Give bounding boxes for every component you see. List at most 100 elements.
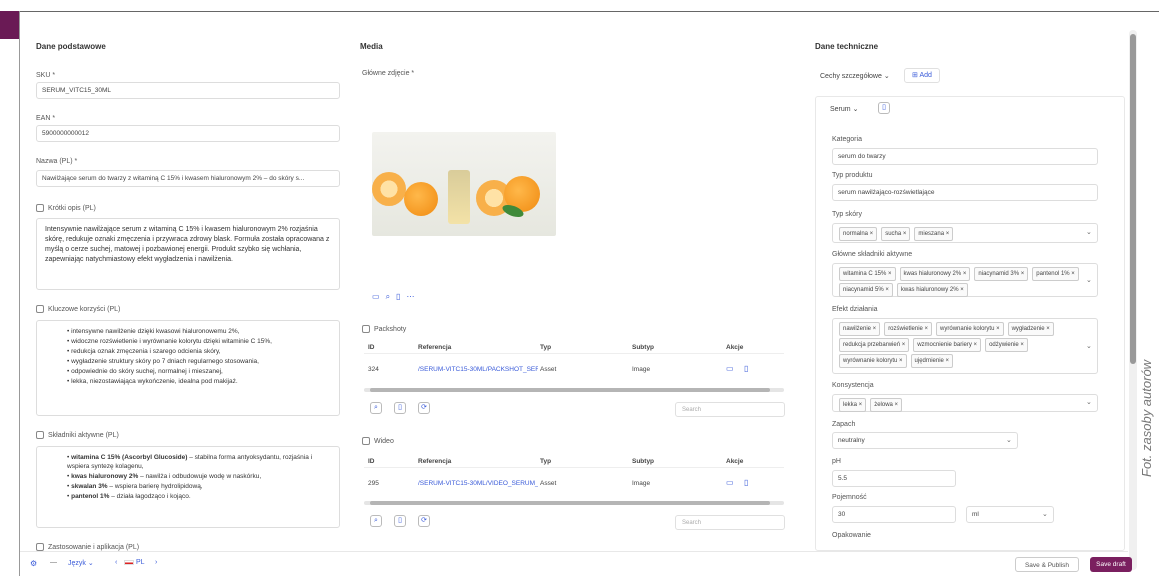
chevron-down-icon[interactable]: ⌄ <box>1086 228 1092 236</box>
chevron-down-icon[interactable]: ⌄ <box>1086 276 1092 284</box>
effect-multiselect[interactable]: nawilżenie × rozświetlenie × wyrównanie ko… <box>832 318 1098 374</box>
ean-input[interactable]: 5900000000012 <box>36 125 340 142</box>
actives-header: Składniki aktywne (PL) <box>36 431 119 439</box>
chip[interactable]: kwas hialuronowy 2% × <box>899 267 971 281</box>
folder-icon[interactable]: ▭ <box>372 292 386 301</box>
image-toolbar: ▭⌕▯⋯ <box>372 292 420 302</box>
scent-select[interactable]: neutralny <box>832 432 1018 449</box>
language-flag[interactable]: PL <box>124 559 145 566</box>
chevron-down-icon[interactable]: ⌄ <box>1006 436 1012 444</box>
chip[interactable]: nawilżenie × <box>839 322 881 336</box>
chip[interactable]: niacynamid 5% × <box>839 283 893 297</box>
minus-icon[interactable]: — <box>50 559 57 566</box>
asset-link[interactable]: /SERUM-VITC15-30ML/VIDEO_SERUM_M... <box>418 480 538 487</box>
delete-icon[interactable]: ▯ <box>744 478 748 487</box>
sub-select[interactable]: Serum ⌄ <box>830 105 858 113</box>
chip[interactable]: wyrównanie kolorytu × <box>839 354 907 368</box>
packshot-search[interactable]: Search <box>675 402 785 417</box>
photo-credit: Fot. zasoby autorów <box>1139 360 1154 478</box>
chevron-left-icon[interactable]: ‹ <box>115 559 117 566</box>
consistency-label: Konsystencja <box>832 382 874 389</box>
sku-input[interactable]: SERUM_VITC15_30ML <box>36 82 340 99</box>
group-select[interactable]: Cechy szczegółowe ⌄ <box>820 72 890 80</box>
chip[interactable]: pantenol 1% × <box>1032 267 1079 281</box>
trash-icon[interactable]: ▯ <box>394 402 406 414</box>
gallery-icon <box>362 325 370 333</box>
chip[interactable]: wzmocnienie bariery × <box>913 338 982 352</box>
asset-link[interactable]: /SERUM-VITC15-30ML/PACKSHOT_SERUM_M... <box>418 366 538 373</box>
chip[interactable]: wyrównanie kolorytu × <box>936 322 1004 336</box>
table-scrollbar[interactable] <box>370 388 770 392</box>
open-icon[interactable]: ▭ <box>726 478 734 487</box>
usage-header: Zastosowanie i aplikacja (PL) <box>36 543 139 551</box>
save-publish-button[interactable]: Save & Publish <box>1015 557 1079 572</box>
chip[interactable]: mieszana × <box>914 227 954 241</box>
save-draft-button[interactable]: Save draft <box>1090 557 1132 572</box>
chip[interactable]: żelowa × <box>870 398 903 412</box>
chip[interactable]: ujędrnienie × <box>910 354 954 368</box>
name-input[interactable]: Nawilżające serum do twarzy z witaminą C… <box>36 170 340 187</box>
chip[interactable]: kwas hialuronowy 2% × <box>896 283 968 297</box>
sku-label: SKU * <box>36 72 56 79</box>
videos-table: ID Referencja Typ Subtyp Akcje 295 /SERU… <box>364 454 784 498</box>
ph-input[interactable]: 5.5 <box>832 470 956 487</box>
skin-label: Typ skóry <box>832 211 862 218</box>
chevron-down-icon[interactable]: ⌄ <box>1086 342 1092 350</box>
search-icon[interactable]: ⌕ <box>386 292 396 301</box>
category-label: Kategoria <box>832 136 862 143</box>
chip[interactable]: witamina C 15% × <box>839 267 896 281</box>
add-button[interactable]: ⊞ Add <box>904 68 940 83</box>
capacity-input[interactable]: 30 <box>832 506 956 523</box>
reload-icon[interactable]: ⟳ <box>418 402 430 414</box>
skin-multiselect[interactable]: normalna × sucha × mieszana × <box>832 223 1098 243</box>
chip[interactable]: redukcja przebarwień × <box>839 338 910 352</box>
trash-icon[interactable]: ▯ <box>878 102 890 114</box>
search-icon[interactable]: ⌕ <box>370 402 382 414</box>
benefits-editor[interactable]: intensywne nawilżenie dzięki kwasowi hia… <box>36 320 340 416</box>
videos-header: Wideo <box>362 437 394 445</box>
actives-multiselect[interactable]: witamina C 15% × kwas hialuronowy 2% × nia… <box>832 263 1098 297</box>
consistency-multiselect[interactable]: lekka × żelowa × <box>832 394 1098 412</box>
chip[interactable]: niacynamid 3% × <box>974 267 1029 281</box>
chip[interactable]: sucha × <box>881 227 911 241</box>
chip[interactable]: rozświetlenie × <box>884 322 933 336</box>
ph-label: pH <box>832 458 841 465</box>
pl-flag-icon <box>124 559 134 565</box>
trash-icon[interactable]: ▯ <box>396 292 406 301</box>
active-item: kwas hialuronowy 2% – nawilża i odbudowu… <box>67 472 331 481</box>
chevron-down-icon[interactable]: ⌄ <box>1042 510 1048 518</box>
scrollbar-thumb[interactable] <box>1130 34 1136 364</box>
chevron-down-icon[interactable]: ⌄ <box>1086 398 1092 406</box>
category-input[interactable]: serum do twarzy <box>832 148 1098 165</box>
unit-select[interactable]: ml <box>966 506 1054 523</box>
short-desc-textarea[interactable]: Intensywnie nawilżające serum z witaminą… <box>36 218 340 290</box>
benefit-item: wygładzenie struktury skóry po 7 dniach … <box>67 357 331 366</box>
settings-icon[interactable]: ⚙ <box>30 559 37 568</box>
storage-label: Opakowanie <box>832 532 871 539</box>
product-image[interactable] <box>372 132 556 236</box>
search-icon[interactable]: ⌕ <box>370 515 382 527</box>
language-select[interactable]: Język ⌄ <box>68 559 94 567</box>
open-icon[interactable]: ▭ <box>726 364 734 373</box>
actives-editor[interactable]: witamina C 15% (Ascorbyl Glucoside) – st… <box>36 446 340 528</box>
chip[interactable]: lekka × <box>839 398 867 412</box>
trash-icon[interactable]: ▯ <box>394 515 406 527</box>
translate-icon[interactable] <box>36 204 44 212</box>
effect-label: Efekt działania <box>832 306 878 313</box>
ptype-input[interactable]: serum nawilżająco-rozświetlające <box>832 184 1098 201</box>
video-search[interactable]: Search <box>675 515 785 530</box>
delete-icon[interactable]: ▯ <box>744 364 748 373</box>
table-scrollbar[interactable] <box>370 501 770 505</box>
more-icon[interactable]: ⋯ <box>406 292 420 301</box>
active-item: witamina C 15% (Ascorbyl Glucoside) – st… <box>67 453 331 471</box>
translate-icon[interactable] <box>36 543 44 551</box>
chevron-right-icon[interactable]: › <box>155 559 157 566</box>
translate-icon[interactable] <box>36 431 44 439</box>
chip[interactable]: odżywienie × <box>985 338 1028 352</box>
scent-label: Zapach <box>832 421 856 428</box>
reload-icon[interactable]: ⟳ <box>418 515 430 527</box>
chip[interactable]: wygładzenie × <box>1007 322 1054 336</box>
chevron-down-icon: ⌄ <box>883 73 890 80</box>
chip[interactable]: normalna × <box>839 227 878 241</box>
translate-icon[interactable] <box>36 305 44 313</box>
